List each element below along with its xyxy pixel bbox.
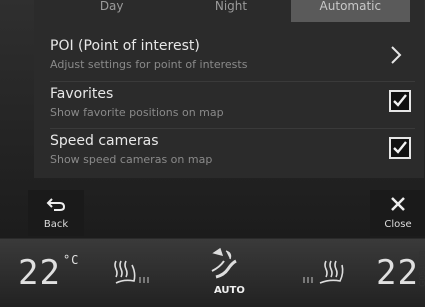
speed-cameras-checkbox[interactable] — [389, 137, 411, 159]
seat-heat-icon[interactable] — [300, 257, 350, 287]
checkmark-icon — [393, 94, 407, 107]
tab-night[interactable]: Night — [171, 0, 290, 22]
auto-label: AUTO — [214, 285, 245, 296]
fan-airflow-icon[interactable] — [208, 247, 240, 283]
favorites-subtitle: Show favorite positions on map — [50, 106, 224, 119]
right-temperature[interactable]: 22 — [376, 253, 419, 293]
screen: Day Night Automatic POI (Point of intere… — [0, 0, 425, 307]
tab-automatic[interactable]: Automatic — [290, 0, 410, 22]
favorites-checkbox[interactable] — [389, 90, 411, 112]
favorites-row[interactable]: Favorites Show favorite positions on map — [50, 81, 415, 128]
poi-subtitle: Adjust settings for point of interests — [50, 58, 248, 71]
close-icon — [391, 197, 405, 211]
back-button[interactable]: Back — [28, 190, 84, 236]
chevron-right-icon[interactable] — [385, 44, 407, 66]
left-temperature[interactable]: 22 °C — [18, 253, 79, 293]
climate-bar: 22 °C AUTO 22 — [0, 239, 425, 307]
back-arrow-icon — [46, 198, 66, 211]
poi-row[interactable]: POI (Point of interest) Adjust settings … — [50, 34, 415, 80]
mode-tabs: Day Night Automatic — [52, 0, 410, 22]
favorites-title: Favorites — [50, 86, 114, 102]
poi-title: POI (Point of interest) — [50, 38, 200, 54]
tab-day[interactable]: Day — [52, 0, 171, 22]
seat-heat-icon[interactable] — [110, 257, 152, 287]
speed-cameras-title: Speed cameras — [50, 133, 159, 149]
figure-id: G054008 — [417, 250, 427, 287]
speed-cameras-subtitle: Show speed cameras on map — [50, 153, 213, 166]
close-button[interactable]: Close — [370, 190, 425, 236]
checkmark-icon — [393, 141, 407, 154]
speed-cameras-row[interactable]: Speed cameras Show speed cameras on map — [50, 128, 415, 175]
settings-view: Day Night Automatic POI (Point of intere… — [0, 0, 425, 238]
